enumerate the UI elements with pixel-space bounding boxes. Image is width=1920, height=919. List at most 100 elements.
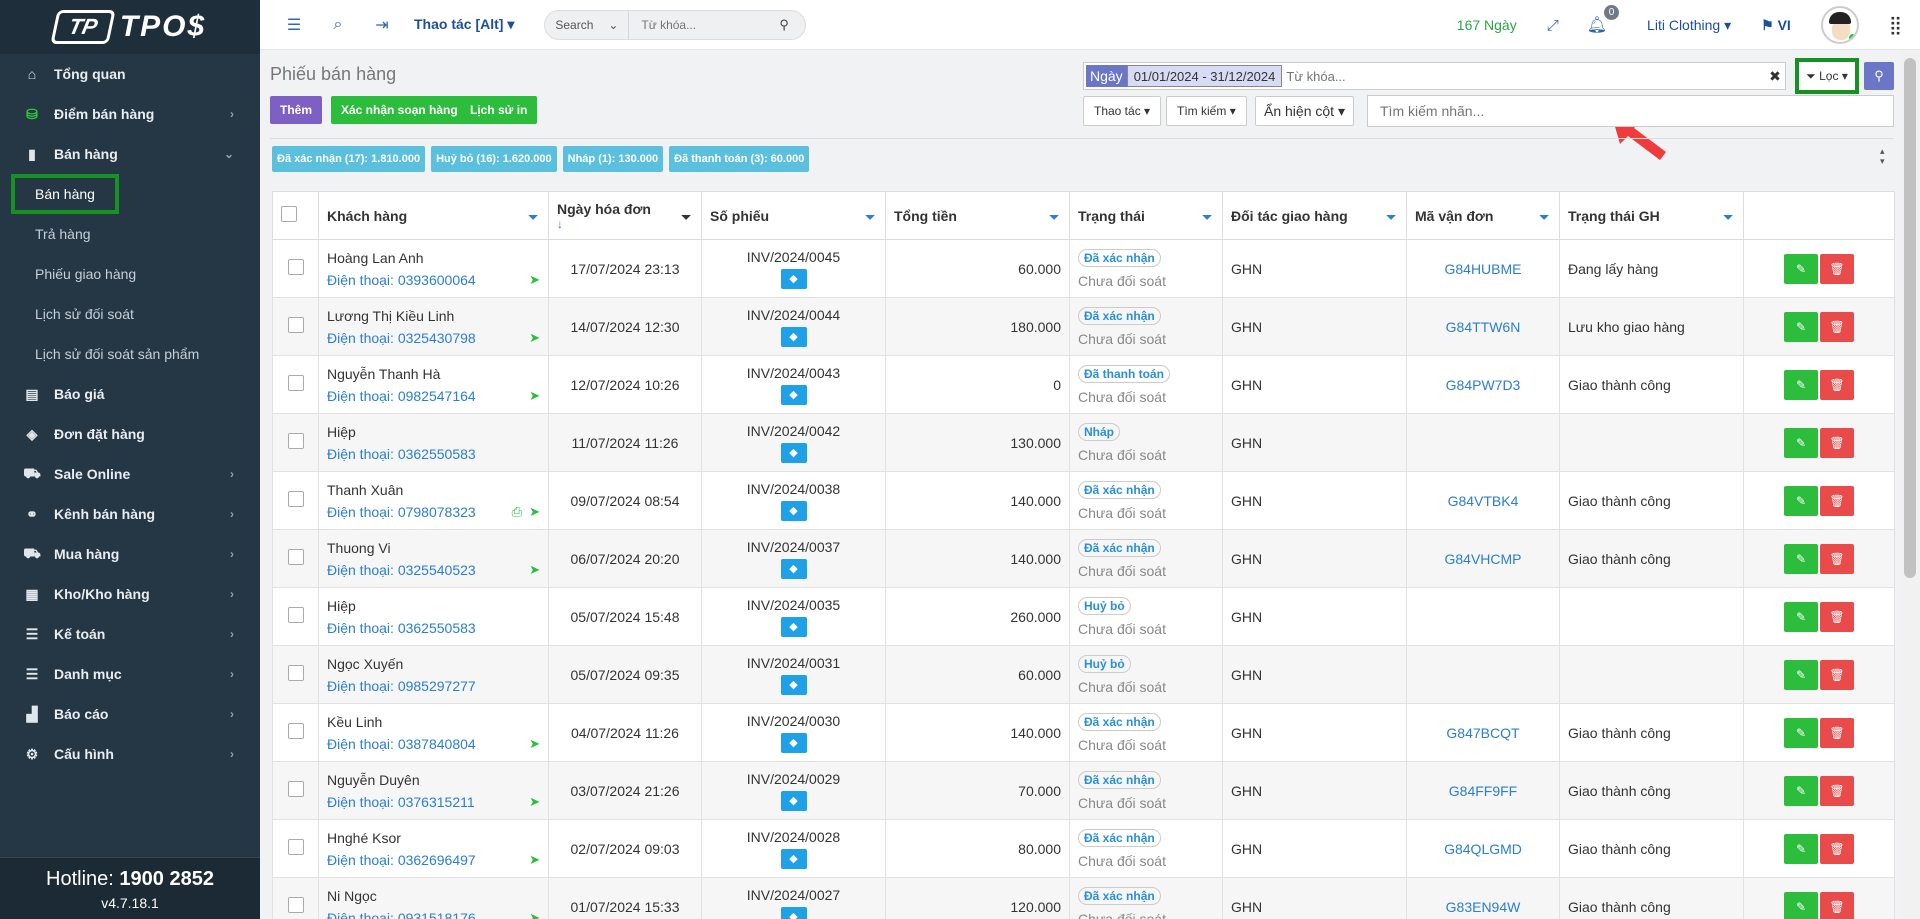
label-search-input[interactable] <box>1367 95 1894 127</box>
customer-name[interactable]: Nguyễn Thanh Hà <box>327 366 540 382</box>
tag-icon[interactable]: ◆ <box>780 790 807 811</box>
action-dropdown[interactable]: Thao tác ▾ <box>1083 96 1162 126</box>
customer-name[interactable]: Hiệp <box>327 598 540 614</box>
customer-phone[interactable]: Điện thoại: 0387840804 <box>327 736 540 752</box>
delete-button[interactable]: 🗑︎ <box>1820 543 1854 574</box>
row-checkbox[interactable] <box>287 491 304 507</box>
table-row[interactable]: Thuong Vi Điện thoại: 0325540523 ➤ 06/07/20… <box>272 529 1895 588</box>
filter-icon[interactable]: ⏷ <box>865 210 875 225</box>
sidebar-subitem-0[interactable]: Bán hàng <box>0 174 260 214</box>
table-row[interactable]: Lương Thị Kiều Linh Điện thoại: 032543079… <box>272 297 1895 356</box>
paper-plane-icon[interactable]: ➤ <box>529 562 540 578</box>
logo[interactable]: TP TPO$ <box>0 0 260 54</box>
customer-name[interactable]: Kều Linh <box>327 714 540 730</box>
sidebar-item-7[interactable]: ⛟ Mua hàng › <box>0 534 260 574</box>
paper-plane-icon[interactable]: ➤ <box>529 272 540 288</box>
filter-icon[interactable]: ⏷ <box>1539 210 1549 225</box>
delete-button[interactable]: 🗑︎ <box>1820 485 1854 516</box>
sidebar-item-4[interactable]: ◈ Đơn đặt hàng <box>0 414 260 454</box>
edit-button[interactable]: ✎ <box>1784 891 1818 919</box>
customer-name[interactable]: Ngọc Xuyến <box>327 656 540 672</box>
customer-name[interactable]: Nguyễn Duyên <box>327 772 540 788</box>
customer-phone[interactable]: Điện thoại: 0798078323 <box>327 504 540 520</box>
customer-phone[interactable]: Điện thoại: 0376315211 <box>327 794 540 810</box>
invoice-code[interactable]: INV/2024/0029 <box>710 771 877 787</box>
add-button[interactable]: Thêm <box>270 96 323 124</box>
apps-grid-icon[interactable]: ⣿ <box>1889 15 1902 36</box>
row-checkbox[interactable] <box>287 839 304 855</box>
customer-phone[interactable]: Điện thoại: 0325540523 <box>327 562 540 578</box>
row-checkbox[interactable] <box>287 607 304 623</box>
sidebar-subitem-1[interactable]: Trả hàng <box>0 214 260 254</box>
edit-button[interactable]: ✎ <box>1784 717 1818 748</box>
search-input[interactable] <box>629 10 780 39</box>
search-dropdown[interactable]: Tìm kiếm ▾ <box>1166 96 1247 126</box>
columns-dropdown[interactable]: Ẩn hiện cột ▾ <box>1255 96 1354 126</box>
sidebar-item-10[interactable]: ☰ Danh mục › <box>0 654 260 694</box>
paper-plane-icon[interactable]: ➤ <box>529 330 540 346</box>
avatar[interactable] <box>1820 6 1859 44</box>
tracking-code[interactable] <box>1406 587 1560 646</box>
customer-name[interactable]: Hoàng Lan Anh <box>327 250 540 266</box>
tracking-code[interactable]: G84FF9FF <box>1406 761 1560 820</box>
filter-icon[interactable]: ⏷ <box>1049 210 1059 225</box>
customer-name[interactable]: Hnghé Ksor <box>327 830 540 846</box>
delete-button[interactable]: 🗑︎ <box>1820 369 1854 400</box>
customer-phone[interactable]: Điện thoại: 0985297277 <box>327 678 540 694</box>
tag-icon[interactable]: ◆ <box>780 732 807 753</box>
filter-icon[interactable]: ⏷ <box>1202 210 1212 225</box>
paper-plane-icon[interactable]: ➤ <box>529 852 540 868</box>
row-checkbox[interactable] <box>287 317 304 333</box>
fullscreen-icon[interactable]: ⤢ <box>1547 17 1559 34</box>
sidebar-item-8[interactable]: ▦ Kho/Kho hàng › <box>0 574 260 614</box>
table-row[interactable]: Hoàng Lan Anh Điện thoại: 0393600064 ➤ 17/0… <box>272 239 1895 298</box>
table-row[interactable]: Thanh Xuân Điện thoại: 0798078323 ⎙ ➤ 09/07/… <box>272 471 1895 530</box>
invoice-code[interactable]: INV/2024/0043 <box>710 365 877 381</box>
tracking-code[interactable]: G84HUBME <box>1406 239 1560 298</box>
header-code[interactable]: Số phiếu ⏷ <box>701 191 886 240</box>
paper-plane-icon[interactable]: ➤ <box>529 388 540 404</box>
tracking-code[interactable]: G84TTW6N <box>1406 297 1560 356</box>
filter-keyword-input[interactable] <box>1282 68 1765 84</box>
magnifier-icon[interactable]: ⚲ <box>779 17 805 33</box>
tracking-code[interactable]: G84QLGMD <box>1406 819 1560 878</box>
table-row[interactable]: Hiệp Điện thoại: 0362550583 05/07/2024 15:… <box>272 587 1895 646</box>
tracking-code[interactable] <box>1406 645 1560 704</box>
edit-button[interactable]: ✎ <box>1784 311 1818 342</box>
filter-button[interactable]: ⏷ Lọc ▾ <box>1795 58 1859 94</box>
filter-date-range[interactable]: 01/01/2024 - 31/12/2024 <box>1126 65 1283 87</box>
filter-icon[interactable]: ⏷ <box>681 210 691 225</box>
table-row[interactable]: Ngọc Xuyến Điện thoại: 0985297277 05/07/20… <box>272 645 1895 704</box>
header-total[interactable]: Tổng tiền ⏷ <box>885 191 1070 240</box>
status-chip[interactable]: Nháp (1): 130.000 <box>562 146 664 172</box>
invoice-code[interactable]: INV/2024/0028 <box>710 829 877 845</box>
edit-button[interactable]: ✎ <box>1784 543 1818 574</box>
status-chip[interactable]: Đã thanh toán (3): 60.000 <box>669 146 810 172</box>
row-checkbox[interactable] <box>287 433 304 449</box>
edit-button[interactable]: ✎ <box>1784 253 1818 284</box>
sidebar-item-5[interactable]: ⛟ Sale Online › <box>0 454 260 494</box>
sidebar-subitem-3[interactable]: Lịch sử đối soát <box>0 294 260 334</box>
row-checkbox[interactable] <box>287 259 304 275</box>
sidebar-subitem-4[interactable]: Lịch sử đối soát sản phẩm <box>0 334 260 374</box>
tracking-code[interactable]: G847BCQT <box>1406 703 1560 762</box>
filter-icon[interactable]: ⏷ <box>528 210 538 225</box>
delete-button[interactable]: 🗑︎ <box>1820 311 1854 342</box>
tag-icon[interactable]: ◆ <box>780 558 807 579</box>
paper-plane-icon[interactable]: ➤ <box>529 794 540 810</box>
edit-button[interactable]: ✎ <box>1784 485 1818 516</box>
customer-name[interactable]: Thanh Xuân <box>327 482 540 498</box>
paper-plane-icon[interactable]: ➤ <box>529 736 540 752</box>
paper-plane-icon[interactable]: ➤ <box>529 910 540 919</box>
collapse-toggle-icon[interactable]: ▴ ▾ <box>1880 146 1885 166</box>
sidebar-item-12[interactable]: ⚙ Cấu hình › <box>0 734 260 774</box>
menu-toggle-icon[interactable]: ☰ <box>272 15 316 35</box>
row-checkbox[interactable] <box>287 375 304 391</box>
invoice-code[interactable]: INV/2024/0035 <box>710 597 877 613</box>
table-row[interactable]: Ni Ngọc Điện thoại: 0931518176 ➤ 01/07/2024… <box>272 877 1895 919</box>
customer-phone[interactable]: Điện thoại: 0362550583 <box>327 446 540 462</box>
edit-button[interactable]: ✎ <box>1784 775 1818 806</box>
filter-icon[interactable]: ⏷ <box>1386 210 1396 225</box>
table-row[interactable]: Kều Linh Điện thoại: 0387840804 ➤ 04/07/202… <box>272 703 1895 762</box>
language-select[interactable]: ⚑ VI <box>1761 17 1791 34</box>
